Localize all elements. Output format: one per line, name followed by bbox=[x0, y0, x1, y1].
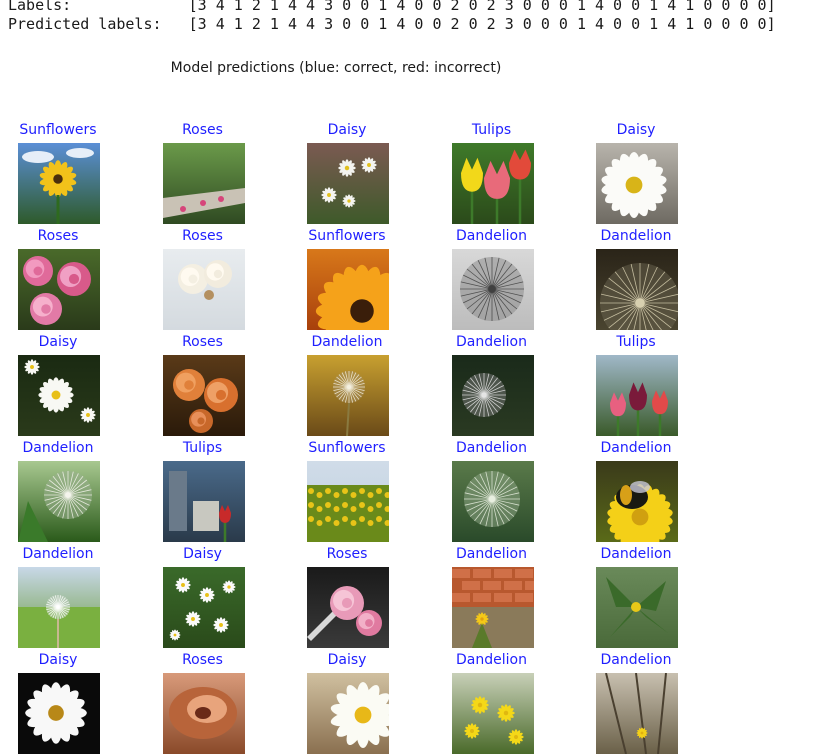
pink-roses-photo bbox=[18, 249, 100, 330]
predicted-label: Daisy bbox=[38, 334, 78, 350]
white-daisy-black-photo bbox=[18, 673, 100, 754]
prediction-cell: Sunflowers bbox=[303, 226, 391, 332]
tulips-street-photo bbox=[162, 461, 245, 542]
predicted-label: Roses bbox=[182, 652, 223, 668]
daisy-field-photo bbox=[307, 143, 389, 224]
sunflower-sky-photo bbox=[18, 143, 100, 224]
figure-title: Model predictions (blue: correct, red: i… bbox=[170, 60, 502, 76]
dandelion-meadow-photo bbox=[18, 567, 100, 648]
prediction-cell: Sunflowers bbox=[14, 120, 102, 226]
predicted-label: Tulips bbox=[471, 122, 512, 138]
predicted-label: Dandelion bbox=[456, 228, 527, 244]
tulips-closeup-photo bbox=[451, 143, 534, 224]
prediction-grid: Sunflowers Roses Daisy Tulips Daisy Roses Rose… bbox=[14, 120, 680, 756]
prediction-cell: Daisy bbox=[303, 120, 391, 226]
sunflower-field-photo bbox=[307, 461, 389, 542]
prediction-cell: Dandelion bbox=[14, 438, 102, 544]
daisy-closeup-photo bbox=[596, 143, 678, 224]
rose-garden-path-photo bbox=[162, 143, 245, 224]
prediction-cell: Dandelion bbox=[592, 226, 680, 332]
predicted-label: Sunflowers bbox=[19, 122, 97, 138]
predicted-label: Daisy bbox=[38, 652, 78, 668]
dandelion-brick-wall-photo bbox=[451, 567, 534, 648]
dandelion-seedhead-dark-photo bbox=[451, 355, 534, 436]
predicted-label: Dandelion bbox=[311, 334, 383, 350]
predicted-label: Daisy bbox=[183, 546, 222, 562]
daisies-green-photo bbox=[162, 567, 245, 648]
prediction-cell: Tulips bbox=[592, 332, 680, 438]
prediction-cell: Sunflowers bbox=[303, 438, 391, 544]
console-output: Labels: [3 4 1 2 1 4 4 3 0 0 1 4 0 0 2 0… bbox=[8, 0, 776, 34]
predicted-label: Sunflowers bbox=[308, 228, 386, 244]
dandelions-yellow-photo bbox=[451, 673, 534, 754]
prediction-cell: Roses bbox=[159, 650, 247, 756]
predicted-label: Roses bbox=[182, 334, 223, 350]
predicted-label: Dandelion bbox=[22, 546, 94, 562]
predicted-label: Roses bbox=[182, 122, 223, 138]
predicted-label: Tulips bbox=[182, 440, 223, 456]
predicted-label: Dandelion bbox=[600, 546, 672, 562]
prediction-cell: Dandelion bbox=[592, 438, 680, 544]
prediction-cell: Dandelion bbox=[448, 332, 536, 438]
prediction-cell: Daisy bbox=[159, 544, 247, 650]
prediction-cell: Dandelion bbox=[448, 544, 536, 650]
dandelion-branches-photo bbox=[596, 673, 678, 754]
prediction-cell: Roses bbox=[159, 332, 247, 438]
predicted-label: Roses bbox=[326, 546, 368, 562]
bee-on-dandelion-photo bbox=[596, 461, 678, 542]
prediction-cell: Dandelion bbox=[303, 332, 391, 438]
dandelion-seedhead-bw-photo bbox=[451, 249, 534, 330]
predicted-label: Dandelion bbox=[600, 440, 672, 456]
orange-roses-photo bbox=[162, 355, 245, 436]
prediction-cell: Daisy bbox=[14, 332, 102, 438]
predicted-label: Dandelion bbox=[600, 652, 672, 668]
predicted-label: Roses bbox=[37, 228, 79, 244]
prediction-cell: Daisy bbox=[14, 650, 102, 756]
predicted-labels-line: Predicted labels: [3 4 1 2 1 4 4 3 0 0 1… bbox=[8, 15, 776, 33]
prediction-cell: Roses bbox=[303, 544, 391, 650]
labels-line: Labels: [3 4 1 2 1 4 4 3 0 0 1 4 0 0 2 0… bbox=[8, 0, 776, 14]
pink-roses-dark-photo bbox=[307, 567, 389, 648]
rose-blur-photo bbox=[162, 673, 245, 754]
prediction-cell: Tulips bbox=[159, 438, 247, 544]
predicted-label: Tulips bbox=[616, 334, 656, 350]
prediction-cell: Dandelion bbox=[448, 650, 536, 756]
predicted-label: Dandelion bbox=[456, 334, 527, 350]
white-roses-photo bbox=[162, 249, 245, 330]
predicted-label: Dandelion bbox=[456, 440, 527, 456]
prediction-cell: Dandelion bbox=[448, 226, 536, 332]
dandelion-green-photo bbox=[18, 461, 100, 542]
prediction-cell: Daisy bbox=[303, 650, 391, 756]
prediction-cell: Dandelion bbox=[14, 544, 102, 650]
dandelion-seedhead-gold-photo bbox=[307, 355, 389, 436]
predicted-label: Daisy bbox=[327, 122, 367, 138]
predicted-label: Daisy bbox=[327, 652, 367, 668]
prediction-cell: Dandelion bbox=[592, 544, 680, 650]
prediction-cell: Tulips bbox=[448, 120, 536, 226]
predicted-label: Dandelion bbox=[456, 546, 527, 562]
predicted-label: Roses bbox=[182, 228, 223, 244]
prediction-cell: Roses bbox=[14, 226, 102, 332]
tulips-garden-photo bbox=[596, 355, 678, 436]
dandelion-leaves-photo bbox=[596, 567, 678, 648]
prediction-cell: Daisy bbox=[592, 120, 680, 226]
dandelion-seedhead-green-photo bbox=[451, 461, 534, 542]
prediction-cell: Dandelion bbox=[448, 438, 536, 544]
daisies-dark-photo bbox=[18, 355, 100, 436]
prediction-cell: Dandelion bbox=[592, 650, 680, 756]
daisy-blur-photo bbox=[307, 673, 389, 754]
sunflower-closeup-photo bbox=[307, 249, 389, 330]
predicted-label: Dandelion bbox=[456, 652, 527, 668]
predicted-label: Daisy bbox=[616, 122, 656, 138]
dandelion-dark-photo bbox=[596, 249, 678, 330]
predicted-label: Dandelion bbox=[22, 440, 94, 456]
prediction-cell: Roses bbox=[159, 226, 247, 332]
predicted-label: Sunflowers bbox=[308, 440, 386, 456]
prediction-cell: Roses bbox=[159, 120, 247, 226]
predicted-label: Dandelion bbox=[600, 228, 672, 244]
